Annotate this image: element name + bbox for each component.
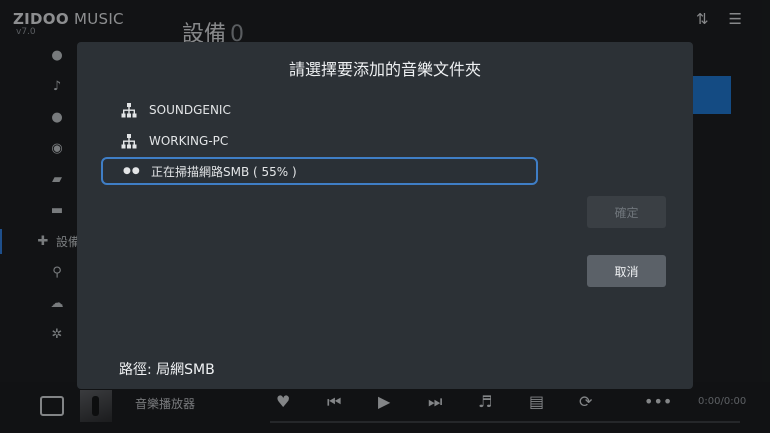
folder-label: 正在掃描網路SMB ( 55% )	[151, 164, 297, 179]
network-icon	[121, 103, 137, 118]
folder-label: WORKING-PC	[149, 134, 229, 148]
cancel-button[interactable]: 取消	[587, 255, 666, 287]
network-icon	[121, 134, 137, 149]
loading-dots-icon: ●●	[123, 166, 141, 176]
folder-label: SOUNDGENIC	[149, 103, 231, 117]
folder-item-working-pc[interactable]: WORKING-PC	[101, 127, 538, 155]
dialog-title: 請選擇要添加的音樂文件夾	[288, 60, 481, 79]
folder-select-dialog: 請選擇要添加的音樂文件夾 SOUNDGENIC WORKING-PC ●● 正在…	[77, 42, 693, 389]
folder-item-scanning-smb[interactable]: ●● 正在掃描網路SMB ( 55% )	[101, 157, 538, 185]
confirm-button[interactable]: 確定	[587, 196, 666, 228]
app-root: ZIDOO MUSIC v7.0 設備 0 ⇅ ☰ ● ♪ ● ◉ ▰ ▬ ✚ 設備…	[0, 0, 770, 433]
path-label: 路徑: 局網SMB	[119, 362, 215, 378]
folder-item-soundgenic[interactable]: SOUNDGENIC	[101, 96, 538, 124]
